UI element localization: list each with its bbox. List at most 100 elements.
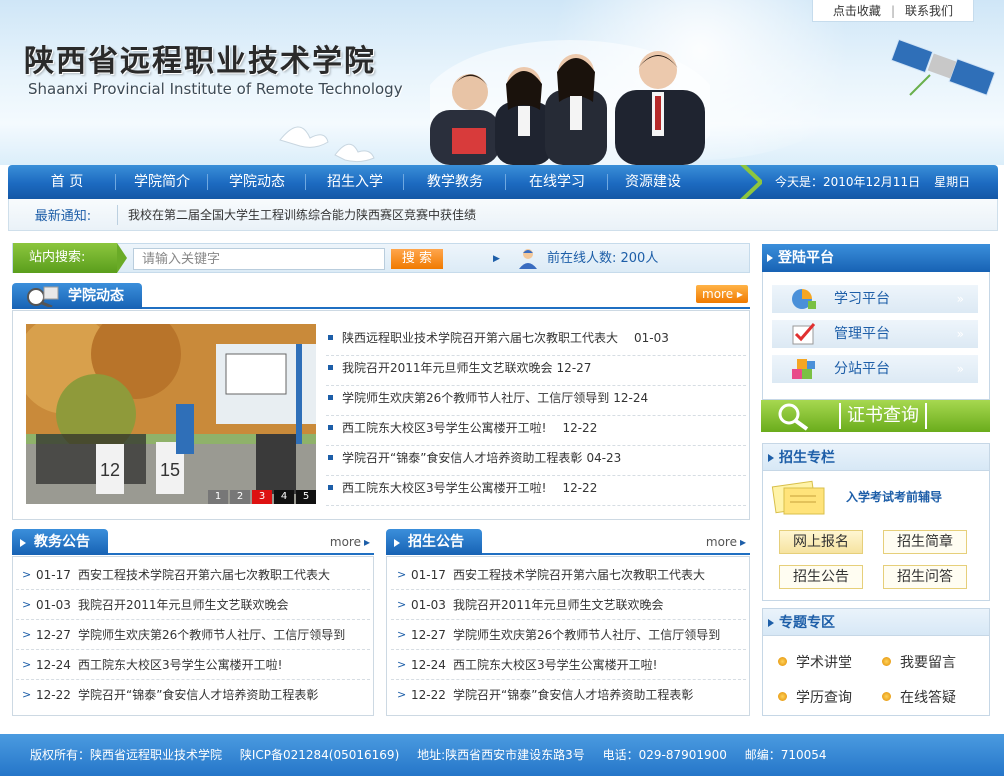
chevron-icon: » <box>956 362 964 376</box>
news-more-button[interactable]: more ▸ <box>696 285 748 303</box>
search-button[interactable]: 搜 索 <box>391 249 443 269</box>
jiaowu-item-date: 01-03 <box>36 598 71 612</box>
branch-platform-link[interactable]: 分站平台 » <box>772 355 978 383</box>
pager-3[interactable]: 3 <box>252 490 272 504</box>
zhaosheng-item[interactable]: 01-17 西安工程技术学院召开第六届七次教职工代表大 <box>391 560 746 590</box>
zhaosheng-item-text: 西安工程技术学院召开第六届七次教职工代表大 <box>453 568 706 582</box>
triangle-icon <box>20 539 26 547</box>
study-platform-link[interactable]: 学习平台 » <box>772 285 978 313</box>
nav-resources[interactable]: 资源建设 <box>608 165 698 199</box>
zhaosheng-section-header: 招生公告 more <box>386 529 750 555</box>
zhaosheng-title: 招生公告 <box>408 534 464 550</box>
jiaowu-item-text: 学院师生欢庆第26个教师节人社厅、工信厅领导到 <box>78 628 346 642</box>
jiaowu-item-date: 01-17 <box>36 568 71 582</box>
zhaosheng-item-date: 12-27 <box>411 628 446 642</box>
zhaosheng-section-tab: 招生公告 <box>386 529 482 555</box>
chevron-right-icon <box>740 165 762 199</box>
news-item[interactable]: 学院师生欢庆第26个教师节人社厅、工信厅领导到 12-24 <box>326 386 746 416</box>
jiaowu-more-link[interactable]: more <box>330 535 370 549</box>
jiaowu-item[interactable]: 12-27 学院师生欢庆第26个教师节人社厅、工信厅领导到 <box>16 620 370 650</box>
news-item[interactable]: 西工院东大校区3号学生公寓楼开工啦! 12-22 <box>326 476 746 506</box>
online-count: 前在线人数: 200人 <box>547 251 659 266</box>
search-bar: 站内搜索: 搜 索 ▶ 前在线人数: 200人 <box>12 243 750 273</box>
nav-news[interactable]: 学院动态 <box>208 165 306 199</box>
news-item[interactable]: 学院召开“锦泰”食安信人才培养资助工程表彰 04-23 <box>326 446 746 476</box>
jiaowu-item[interactable]: 01-03 我院召开2011年元旦师生文艺联欢晚会 <box>16 590 370 620</box>
search-input[interactable] <box>133 248 385 270</box>
nav-about[interactable]: 学院简介 <box>116 165 208 199</box>
zhaosheng-item[interactable]: 12-24 西工院东大校区3号学生公寓楼开工啦! <box>391 650 746 680</box>
zhaosheng-item[interactable]: 12-22 学院召开“锦泰”食安信人才培养资助工程表彰 <box>391 680 746 710</box>
jiaowu-section-header: 教务公告 more <box>12 529 374 555</box>
zhaosheng-item-text: 西工院东大校区3号学生公寓楼开工啦! <box>453 658 658 672</box>
admission-notice-button[interactable]: 招生公告 <box>779 565 863 589</box>
topic-message[interactable]: 我要留言 <box>880 652 956 672</box>
arrow-icon: ▶ <box>493 254 500 264</box>
topic-degree-query[interactable]: 学历查询 <box>776 687 852 707</box>
topics-title: 专题专区 <box>779 615 835 631</box>
footer-address: 地址:陕西省西安市建设东路3号 <box>417 748 585 762</box>
pager-2[interactable]: 2 <box>230 490 250 504</box>
pager-4[interactable]: 4 <box>274 490 294 504</box>
topics-header: 专题专区 <box>762 608 990 636</box>
admission-faq-button[interactable]: 招生问答 <box>883 565 967 589</box>
chevron-icon: » <box>956 327 964 341</box>
notice-text[interactable]: 我校在第二届全国大学生工程训练综合能力陕西赛区竞赛中获佳绩 <box>128 206 476 223</box>
pager-1[interactable]: 1 <box>208 490 228 504</box>
jiaowu-item[interactable]: 12-22 学院召开“锦泰”食安信人才培养资助工程表彰 <box>16 680 370 710</box>
date-display: 今天是：2010年12月11日 星期日 <box>763 165 970 199</box>
bookmark-link[interactable]: 点击收藏 <box>823 2 891 19</box>
site-title-en: Shaanxi Provincial Institute of Remote T… <box>28 80 403 98</box>
news-item-date: 04-23 <box>586 451 622 465</box>
pager-5[interactable]: 5 <box>296 490 316 504</box>
footer-icp: 陕ICP备021284(05016169) <box>239 748 400 762</box>
jiaowu-item-text: 西工院东大校区3号学生公寓楼开工啦! <box>78 658 283 672</box>
zhaosheng-item[interactable]: 01-03 我院召开2011年元旦师生文艺联欢晚会 <box>391 590 746 620</box>
admission-guide-button[interactable]: 招生简章 <box>883 530 967 554</box>
admission-title: 招生专栏 <box>779 450 835 466</box>
news-section-title: 学院动态 <box>68 288 124 304</box>
cubes-icon <box>792 359 815 379</box>
user-icon <box>519 249 537 269</box>
news-item-date: 01-03 <box>634 331 669 345</box>
news-item-text: 学院师生欢庆第26个教师节人社厅、工信厅领导到 <box>342 391 610 405</box>
news-item-date: 12-24 <box>613 391 649 405</box>
jiaowu-item[interactable]: 12-24 西工院东大校区3号学生公寓楼开工啦! <box>16 650 370 680</box>
news-item[interactable]: 陕西远程职业技术学院召开第六届七次教职工代表大 01-03 <box>326 326 746 356</box>
contact-link[interactable]: 联系我们 <box>895 2 963 19</box>
news-item[interactable]: 我院召开2011年元旦师生文艺联欢晚会 12-27 <box>326 356 746 386</box>
pie-chart-icon <box>792 289 816 309</box>
news-photo[interactable]: 12 15 1 2 3 4 5 <box>26 324 316 504</box>
jiaowu-title: 教务公告 <box>34 534 90 550</box>
chevron-icon: » <box>956 292 964 306</box>
nav-online-learning[interactable]: 在线学习 <box>506 165 608 199</box>
certificate-query-banner[interactable]: 证书查询 <box>761 400 990 432</box>
jiaowu-item-text: 学院召开“锦泰”食安信人才培养资助工程表彰 <box>78 688 319 702</box>
zhaosheng-item-date: 12-24 <box>411 658 446 672</box>
zhaosheng-item[interactable]: 12-27 学院师生欢庆第26个教师节人社厅、工信厅领导到 <box>391 620 746 650</box>
manage-platform-link[interactable]: 管理平台 » <box>772 320 978 348</box>
zhaosheng-list: 01-17 西安工程技术学院召开第六届七次教职工代表大 01-03 我院召开2011… <box>391 560 746 710</box>
branch-platform-label: 分站平台 <box>834 361 890 377</box>
news-item-text: 陕西远程职业技术学院召开第六届七次教职工代表大 <box>342 331 619 345</box>
nav-admission[interactable]: 招生入学 <box>306 165 404 199</box>
nav-home[interactable]: 首 页 <box>18 165 116 199</box>
triangle-icon <box>768 619 774 627</box>
topic-lecture[interactable]: 学术讲堂 <box>776 652 852 672</box>
login-title: 登陆平台 <box>778 250 834 266</box>
jiaowu-item-date: 12-24 <box>36 658 71 672</box>
basketball-photo: 12 15 <box>26 324 316 504</box>
admission-subtitle[interactable]: 入学考试考前辅导 <box>846 488 942 505</box>
news-list: 陕西远程职业技术学院召开第六届七次教职工代表大 01-03 我院召开2011年元旦… <box>326 326 746 506</box>
zhaosheng-item-text: 我院召开2011年元旦师生文艺联欢晚会 <box>453 598 664 612</box>
news-item[interactable]: 西工院东大校区3号学生公寓楼开工啦! 12-22 <box>326 416 746 446</box>
jiaowu-item[interactable]: 01-17 西安工程技术学院召开第六届七次教职工代表大 <box>16 560 370 590</box>
topic-online-qa[interactable]: 在线答疑 <box>880 687 956 707</box>
zhaosheng-more-link[interactable]: more <box>706 535 746 549</box>
admission-header: 招生专栏 <box>762 443 990 471</box>
search-label: 站内搜索: <box>13 243 127 273</box>
notes-icon <box>771 480 825 515</box>
jiaowu-item-text: 西安工程技术学院召开第六届七次教职工代表大 <box>78 568 331 582</box>
online-apply-button[interactable]: 网上报名 <box>779 530 863 554</box>
nav-teaching[interactable]: 教学教务 <box>404 165 506 199</box>
